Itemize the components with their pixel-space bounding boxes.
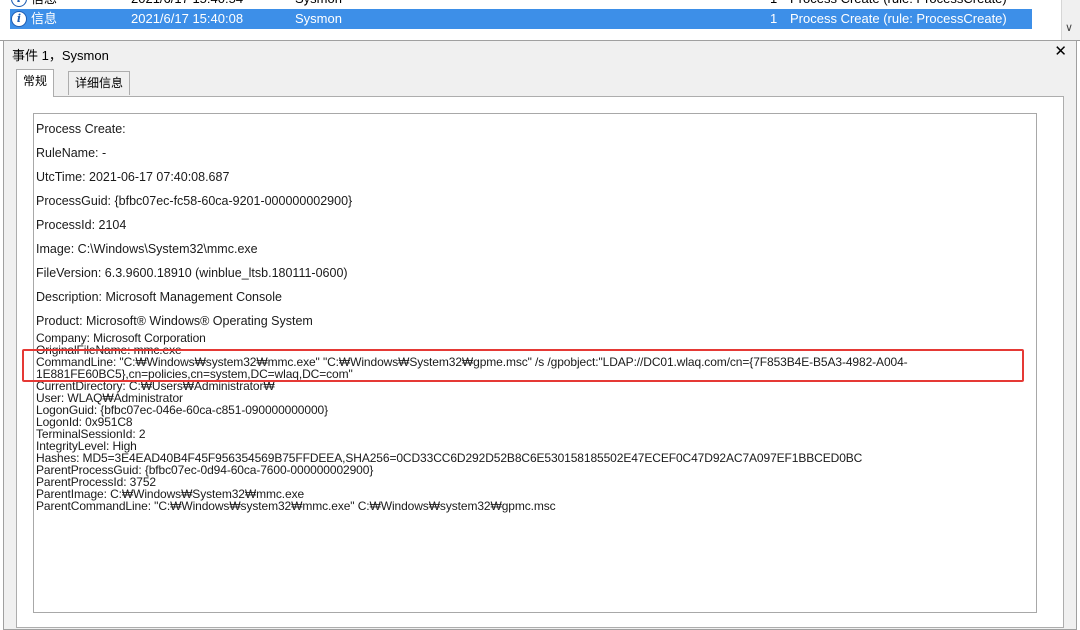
- event-source: Sysmon: [295, 0, 342, 9]
- field-line: UtcTime: 2021-06-17 07:40:08.687: [36, 170, 230, 184]
- field-line: Product: Microsoft® Windows® Operating S…: [36, 314, 313, 328]
- close-icon[interactable]: ✕: [1054, 42, 1067, 60]
- field-line: ProcessGuid: {bfbc07ec-fc58-60ca-9201-00…: [36, 194, 353, 208]
- chevron-down-icon[interactable]: ∨: [1065, 21, 1073, 34]
- field-line: RuleName: -: [36, 146, 107, 160]
- event-list[interactable]: i 信息 2021/6/17 15:40:54 Sysmon 1 Process…: [0, 0, 1080, 41]
- event-task-category: Process Create (rule: ProcessCreate): [790, 0, 1007, 9]
- info-icon: i: [11, 0, 27, 7]
- event-id: 1: [770, 0, 777, 9]
- list-scrollbar[interactable]: ∨: [1061, 0, 1080, 40]
- event-level: 信息: [31, 0, 57, 9]
- field-line: Description: Microsoft Management Consol…: [36, 290, 282, 304]
- event-row[interactable]: i 信息 2021/6/17 15:40:54 Sysmon 1 Process…: [10, 0, 1032, 9]
- pane-title: 事件 1，Sysmon: [12, 48, 109, 63]
- event-task-category: Process Create (rule: ProcessCreate): [790, 11, 1007, 26]
- raw-line: ParentCommandLine: "C:₩Windows₩system32₩…: [36, 499, 556, 513]
- event-source: Sysmon: [295, 11, 342, 26]
- commandline-highlight-box: [22, 349, 1024, 382]
- event-id: 1: [770, 11, 778, 26]
- event-level: 信息: [31, 11, 58, 26]
- field-line: FileVersion: 6.3.9600.18910 (winblue_lts…: [36, 266, 348, 280]
- event-datetime: 2021/6/17 15:40:54: [131, 0, 243, 9]
- field-line: Image: C:\Windows\System32\mmc.exe: [36, 242, 258, 256]
- tab-general[interactable]: 常规: [16, 69, 55, 97]
- field-line: ProcessId: 2104: [36, 218, 127, 232]
- event-detail-pane: 事件 1，Sysmon ✕ 常规 详细信息 Process Create: Ru…: [3, 40, 1077, 630]
- event-datetime: 2021/6/17 15:40:08: [131, 11, 244, 26]
- info-icon: i: [11, 11, 27, 27]
- field-line: Process Create:: [36, 122, 126, 136]
- event-row-selected[interactable]: i 信息 2021/6/17 15:40:08 Sysmon 1 Process…: [10, 9, 1032, 29]
- tab-details[interactable]: 详细信息: [68, 71, 131, 95]
